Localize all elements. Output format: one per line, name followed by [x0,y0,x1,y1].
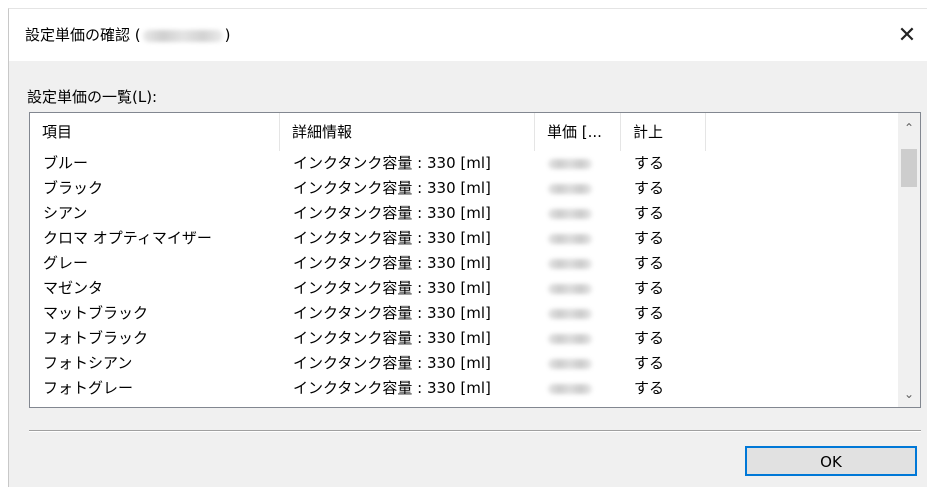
redacted-price [548,209,592,219]
price-cell [535,251,621,276]
table-row[interactable]: ブルー インクタンク容量 : 330 [ml] する [30,151,898,176]
dialog-title-prefix: 設定単価の確認 ( [25,26,141,44]
price-cell [535,376,621,401]
redacted-price [548,359,592,369]
table-row[interactable]: グレー インクタンク容量 : 330 [ml] する [30,251,898,276]
table-row[interactable]: ブラック インクタンク容量 : 330 [ml] する [30,176,898,201]
title-bar: 設定単価の確認 () ✕ [9,9,928,61]
detail-cell: インクタンク容量 : 330 [ml] [293,304,491,322]
table-row[interactable]: マットブラック インクタンク容量 : 330 [ml] する [30,301,898,326]
count-cell: する [634,154,665,172]
count-cell: する [634,379,665,397]
redacted-price [548,384,592,394]
column-header-price[interactable]: 単価 [... [535,113,621,151]
count-cell: する [634,254,665,272]
column-header-item[interactable]: 項目 [30,113,280,151]
scroll-thumb[interactable] [901,149,917,187]
item-cell: マゼンタ [43,279,104,297]
redacted-price [548,334,592,344]
table-row[interactable]: シアン インクタンク容量 : 330 [ml] する [30,201,898,226]
table-row[interactable]: フォトシアン インクタンク容量 : 330 [ml] する [30,351,898,376]
count-cell: する [634,329,665,347]
item-cell: フォトグレー [43,379,134,397]
detail-cell: インクタンク容量 : 330 [ml] [293,329,491,347]
detail-cell: インクタンク容量 : 330 [ml] [293,254,491,272]
vertical-scrollbar[interactable]: ⌃ ⌄ [898,113,920,407]
count-cell: する [634,179,665,197]
count-cell: する [634,279,665,297]
price-cell [535,276,621,301]
detail-cell: インクタンク容量 : 330 [ml] [293,154,491,172]
close-icon[interactable]: ✕ [894,23,920,49]
redacted-price [548,234,592,244]
count-cell: する [634,229,665,247]
redacted-printer-name [142,29,223,42]
redacted-price [548,284,592,294]
price-cell [535,226,621,251]
table-row[interactable]: フォトグレー インクタンク容量 : 330 [ml] する [30,376,898,401]
detail-cell: インクタンク容量 : 330 [ml] [293,179,491,197]
price-list-label: 設定単価の一覧(L): [27,88,158,106]
table-row[interactable]: マゼンタ インクタンク容量 : 330 [ml] する [30,276,898,301]
list-header: 項目 詳細情報 単価 [... 計上 [30,113,898,151]
price-cell [535,351,621,376]
price-cell [535,201,621,226]
price-cell [535,301,621,326]
item-cell: ブルー [43,154,89,172]
detail-cell: インクタンク容量 : 330 [ml] [293,204,491,222]
scroll-down-icon[interactable]: ⌄ [898,383,920,405]
price-confirm-dialog: 設定単価の確認 () ✕ 設定単価の一覧(L): 項目 詳細情報 単価 [...… [8,8,928,487]
column-header-count[interactable]: 計上 [621,113,706,151]
item-cell: グレー [43,254,89,272]
list-rows: ブルー インクタンク容量 : 330 [ml] する ブラック インクタンク容量… [30,151,898,401]
price-cell [535,326,621,351]
count-cell: する [634,304,665,322]
count-cell: する [634,204,665,222]
price-cell [535,176,621,201]
table-row[interactable]: クロマ オプティマイザー インクタンク容量 : 330 [ml] する [30,226,898,251]
item-cell: シアン [43,204,88,222]
item-cell: フォトブラック [43,329,149,347]
detail-cell: インクタンク容量 : 330 [ml] [293,354,491,372]
scroll-up-icon[interactable]: ⌃ [898,117,920,139]
detail-cell: インクタンク容量 : 330 [ml] [293,379,491,397]
redacted-price [548,184,592,194]
price-cell [535,151,621,176]
detail-cell: インクタンク容量 : 330 [ml] [293,229,491,247]
count-cell: する [634,354,665,372]
redacted-price [548,259,592,269]
item-cell: マットブラック [43,304,149,322]
dialog-title-suffix: ) [224,26,231,44]
ok-button[interactable]: OK [745,446,917,476]
redacted-price [548,309,592,319]
item-cell: フォトシアン [43,354,133,372]
column-header-detail[interactable]: 詳細情報 [280,113,535,151]
table-row[interactable]: フォトブラック インクタンク容量 : 330 [ml] する [30,326,898,351]
detail-cell: インクタンク容量 : 330 [ml] [293,279,491,297]
item-cell: クロマ オプティマイザー [43,229,212,247]
dialog-title: 設定単価の確認 () [25,25,230,45]
redacted-price [548,159,592,169]
price-list-view[interactable]: 項目 詳細情報 単価 [... 計上 ブルー インクタンク容量 : 330 [m… [29,112,921,408]
item-cell: ブラック [43,179,104,197]
divider [29,430,921,432]
